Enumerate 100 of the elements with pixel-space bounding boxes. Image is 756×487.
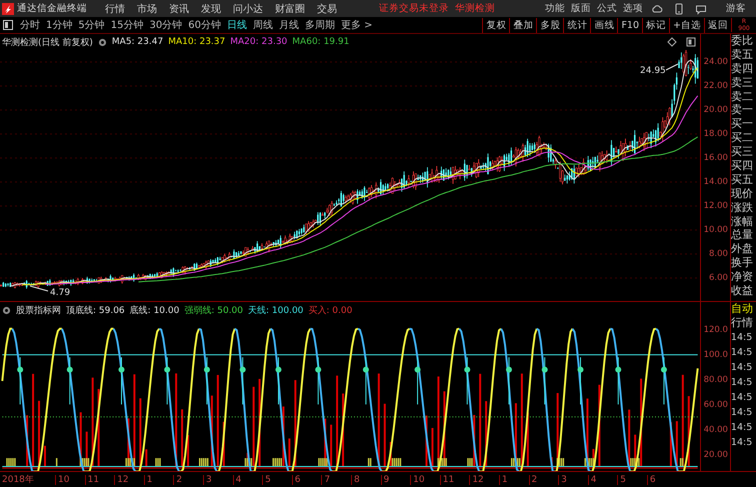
leader-line — [666, 64, 678, 70]
user-label[interactable]: 游客 — [726, 2, 746, 15]
auto-label[interactable]: 自动 — [730, 302, 756, 316]
indicator-value: 强弱线: 50.00 — [184, 304, 244, 316]
axis-label: 20.00 — [702, 449, 729, 462]
indicator-value: 底线: 10.00 — [130, 304, 180, 316]
time-label: 11 — [440, 474, 470, 484]
toolbar-button[interactable]: 多股 — [536, 18, 564, 32]
toolbar-button[interactable]: 标记 — [642, 18, 670, 32]
panel-icon[interactable] — [686, 37, 696, 47]
indicator-value: 顶底线: 59.06 — [66, 304, 125, 316]
phone-icon[interactable] — [673, 2, 685, 14]
axis-label: 24.00 — [702, 56, 729, 69]
menu-item[interactable]: 行情 — [99, 0, 131, 16]
period-tab[interactable]: 月线 — [276, 18, 302, 32]
toolbar-button[interactable]: 叠加 — [509, 18, 536, 32]
toolbar-button[interactable]: 复权 — [482, 18, 510, 32]
panel-toggle-icon[interactable] — [3, 20, 13, 30]
toolbar-button[interactable]: 画线 — [590, 18, 618, 32]
time-label: 5 — [262, 474, 292, 484]
quote-label: 净资 — [730, 270, 754, 284]
axis-label: 100.0 — [702, 349, 729, 362]
ma-value: MA20: 23.30 — [230, 37, 288, 47]
quote-label: 卖五 — [730, 48, 754, 62]
gear-icon[interactable] — [2, 306, 11, 314]
period-tab[interactable]: 60分钟 — [185, 18, 224, 32]
quote-label: 买二 — [730, 131, 754, 146]
menu-item[interactable]: 功能 — [542, 0, 568, 16]
app-title: 通达信金融终端 — [17, 2, 87, 15]
menu-item[interactable]: 选项 — [620, 0, 646, 16]
message-icon[interactable] — [695, 2, 707, 14]
toolbar-button[interactable]: 返回 — [704, 18, 731, 32]
axis-label: 120.0 — [702, 324, 729, 337]
cloud-icon[interactable] — [651, 2, 663, 14]
period-tab[interactable]: 分时 — [17, 18, 43, 32]
menu-item[interactable]: 财富圈 — [269, 0, 311, 16]
period-tab[interactable]: 周线 — [250, 18, 276, 32]
toolbar-button[interactable]: 统计 — [563, 18, 590, 32]
time-label: 5 — [617, 474, 647, 484]
axis-label: 10.00 — [702, 224, 729, 237]
time-label: 8 — [350, 474, 381, 484]
diamond-icon[interactable] — [667, 37, 677, 47]
axis-label: 22.00 — [702, 80, 729, 93]
menu-item[interactable]: 问小达 — [227, 0, 269, 16]
price-label: 4.79 — [50, 288, 70, 298]
quote-label: 换手 — [730, 256, 754, 270]
quote-label: 卖二 — [730, 90, 754, 104]
trade-time: 14:5 — [730, 376, 754, 390]
period-tab[interactable]: 更多 > — [338, 18, 376, 32]
logo-icon — [2, 2, 14, 14]
menu-item[interactable]: 资讯 — [163, 0, 195, 16]
menu-item[interactable]: 市场 — [131, 0, 163, 16]
time-label: 6 — [292, 474, 322, 484]
menu-item[interactable]: 交易 — [311, 0, 343, 16]
period-tab[interactable]: 日线 — [224, 18, 250, 32]
ma-value: MA10: 23.37 — [168, 37, 226, 47]
period-tab[interactable]: 15分钟 — [108, 18, 146, 32]
time-label: 11 — [84, 474, 114, 484]
ma-value: MA60: 19.91 — [292, 37, 350, 47]
quote-label: 涨幅 — [730, 214, 754, 228]
trade-time: 14:5 — [730, 346, 754, 360]
axis-label: 20.00 — [702, 104, 729, 117]
menu-item[interactable]: 发现 — [195, 0, 227, 16]
time-label: 3 — [558, 474, 588, 484]
quote-label: 总量 — [730, 228, 754, 242]
time-label: 12 — [114, 474, 144, 484]
trade-time: 14:5 — [730, 406, 754, 420]
stock-name: 华测检测 — [455, 2, 495, 15]
quote-label: 买四 — [730, 159, 754, 173]
toolbar-button[interactable]: F10 — [617, 18, 642, 32]
time-label: 1 — [144, 474, 174, 484]
trade-time: 14:5 — [730, 436, 754, 450]
indicator-value: 买入: 0.00 — [308, 304, 352, 316]
time-label: 9 — [380, 474, 410, 484]
period-tab[interactable]: 多周期 — [302, 18, 338, 32]
axis-label: 18.00 — [702, 128, 729, 141]
quote-label: 委比 — [730, 34, 754, 48]
time-label: 4 — [232, 474, 262, 484]
time-label: 6 — [646, 474, 676, 484]
menu-item[interactable]: 版面 — [568, 0, 594, 16]
indicator-value: 天线: 100.00 — [248, 304, 304, 316]
axis-label: 12.00 — [702, 200, 729, 213]
axis-label: 60.00 — [702, 399, 729, 412]
axis-label: 14.00 — [702, 176, 729, 189]
trade-time: 14:5 — [730, 390, 754, 405]
quote-label: 收益 — [730, 284, 754, 298]
chart-title: 华测检测(日线 前复权) — [2, 36, 93, 48]
toolbar-button[interactable]: +自选 — [669, 18, 704, 32]
menu-item[interactable]: 公式 — [594, 0, 620, 16]
quote-label: 卖三 — [730, 76, 754, 90]
time-label: 10 — [55, 474, 85, 484]
ma-value: MA5: 23.47 — [112, 37, 164, 47]
quote-label: 买一 — [730, 117, 754, 132]
quote-label: 买三 — [730, 145, 754, 160]
period-tab[interactable]: 30分钟 — [146, 18, 186, 32]
gear-icon[interactable] — [98, 38, 107, 46]
period-tab[interactable]: 5分钟 — [75, 18, 108, 32]
trade-time: 14:5 — [730, 420, 754, 435]
quote-label: 涨跌 — [730, 200, 754, 215]
period-tab[interactable]: 1分钟 — [43, 18, 76, 32]
